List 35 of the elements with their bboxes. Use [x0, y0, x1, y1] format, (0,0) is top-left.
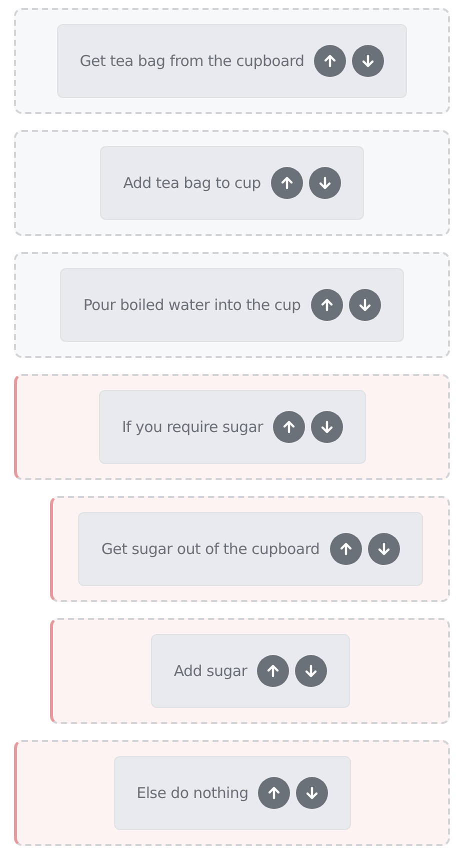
step-label: If you require sugar: [122, 417, 264, 438]
arrow-up-icon: [278, 175, 295, 191]
step-label: Else do nothing: [136, 783, 248, 804]
move-down-button[interactable]: [368, 533, 400, 565]
arrow-down-icon: [303, 663, 320, 679]
step-label: Get tea bag from the cupboard: [80, 51, 304, 72]
arrow-down-icon: [316, 175, 333, 191]
arrow-up-icon: [322, 53, 338, 69]
step-label: Get sugar out of the cupboard: [101, 539, 320, 560]
arrow-up-icon: [338, 541, 354, 557]
arrow-up-icon: [281, 419, 298, 435]
arrow-up-icon: [318, 297, 335, 313]
arrow-down-icon: [319, 419, 336, 435]
move-up-button[interactable]: [314, 45, 346, 77]
arrow-down-icon: [360, 53, 376, 69]
move-down-button[interactable]: [348, 289, 381, 321]
move-up-button[interactable]: [270, 167, 303, 199]
step-label: Add sugar: [174, 661, 248, 682]
move-up-button[interactable]: [258, 777, 290, 809]
arrow-down-icon: [356, 297, 373, 313]
arrow-up-icon: [265, 663, 282, 679]
move-up-button[interactable]: [310, 289, 343, 321]
move-up-button[interactable]: [273, 411, 306, 443]
move-down-button[interactable]: [352, 45, 384, 77]
step-label: Add tea bag to cup: [123, 173, 261, 194]
arrow-down-icon: [304, 785, 320, 801]
move-down-button[interactable]: [308, 167, 341, 199]
arrow-up-icon: [266, 785, 282, 801]
move-down-button[interactable]: [311, 411, 344, 443]
arrow-down-icon: [376, 541, 392, 557]
step-label: Pour boiled water into the cup: [83, 295, 301, 316]
move-up-button[interactable]: [330, 533, 362, 565]
move-up-button[interactable]: [257, 655, 290, 687]
move-down-button[interactable]: [296, 777, 328, 809]
move-down-button[interactable]: [295, 655, 328, 687]
